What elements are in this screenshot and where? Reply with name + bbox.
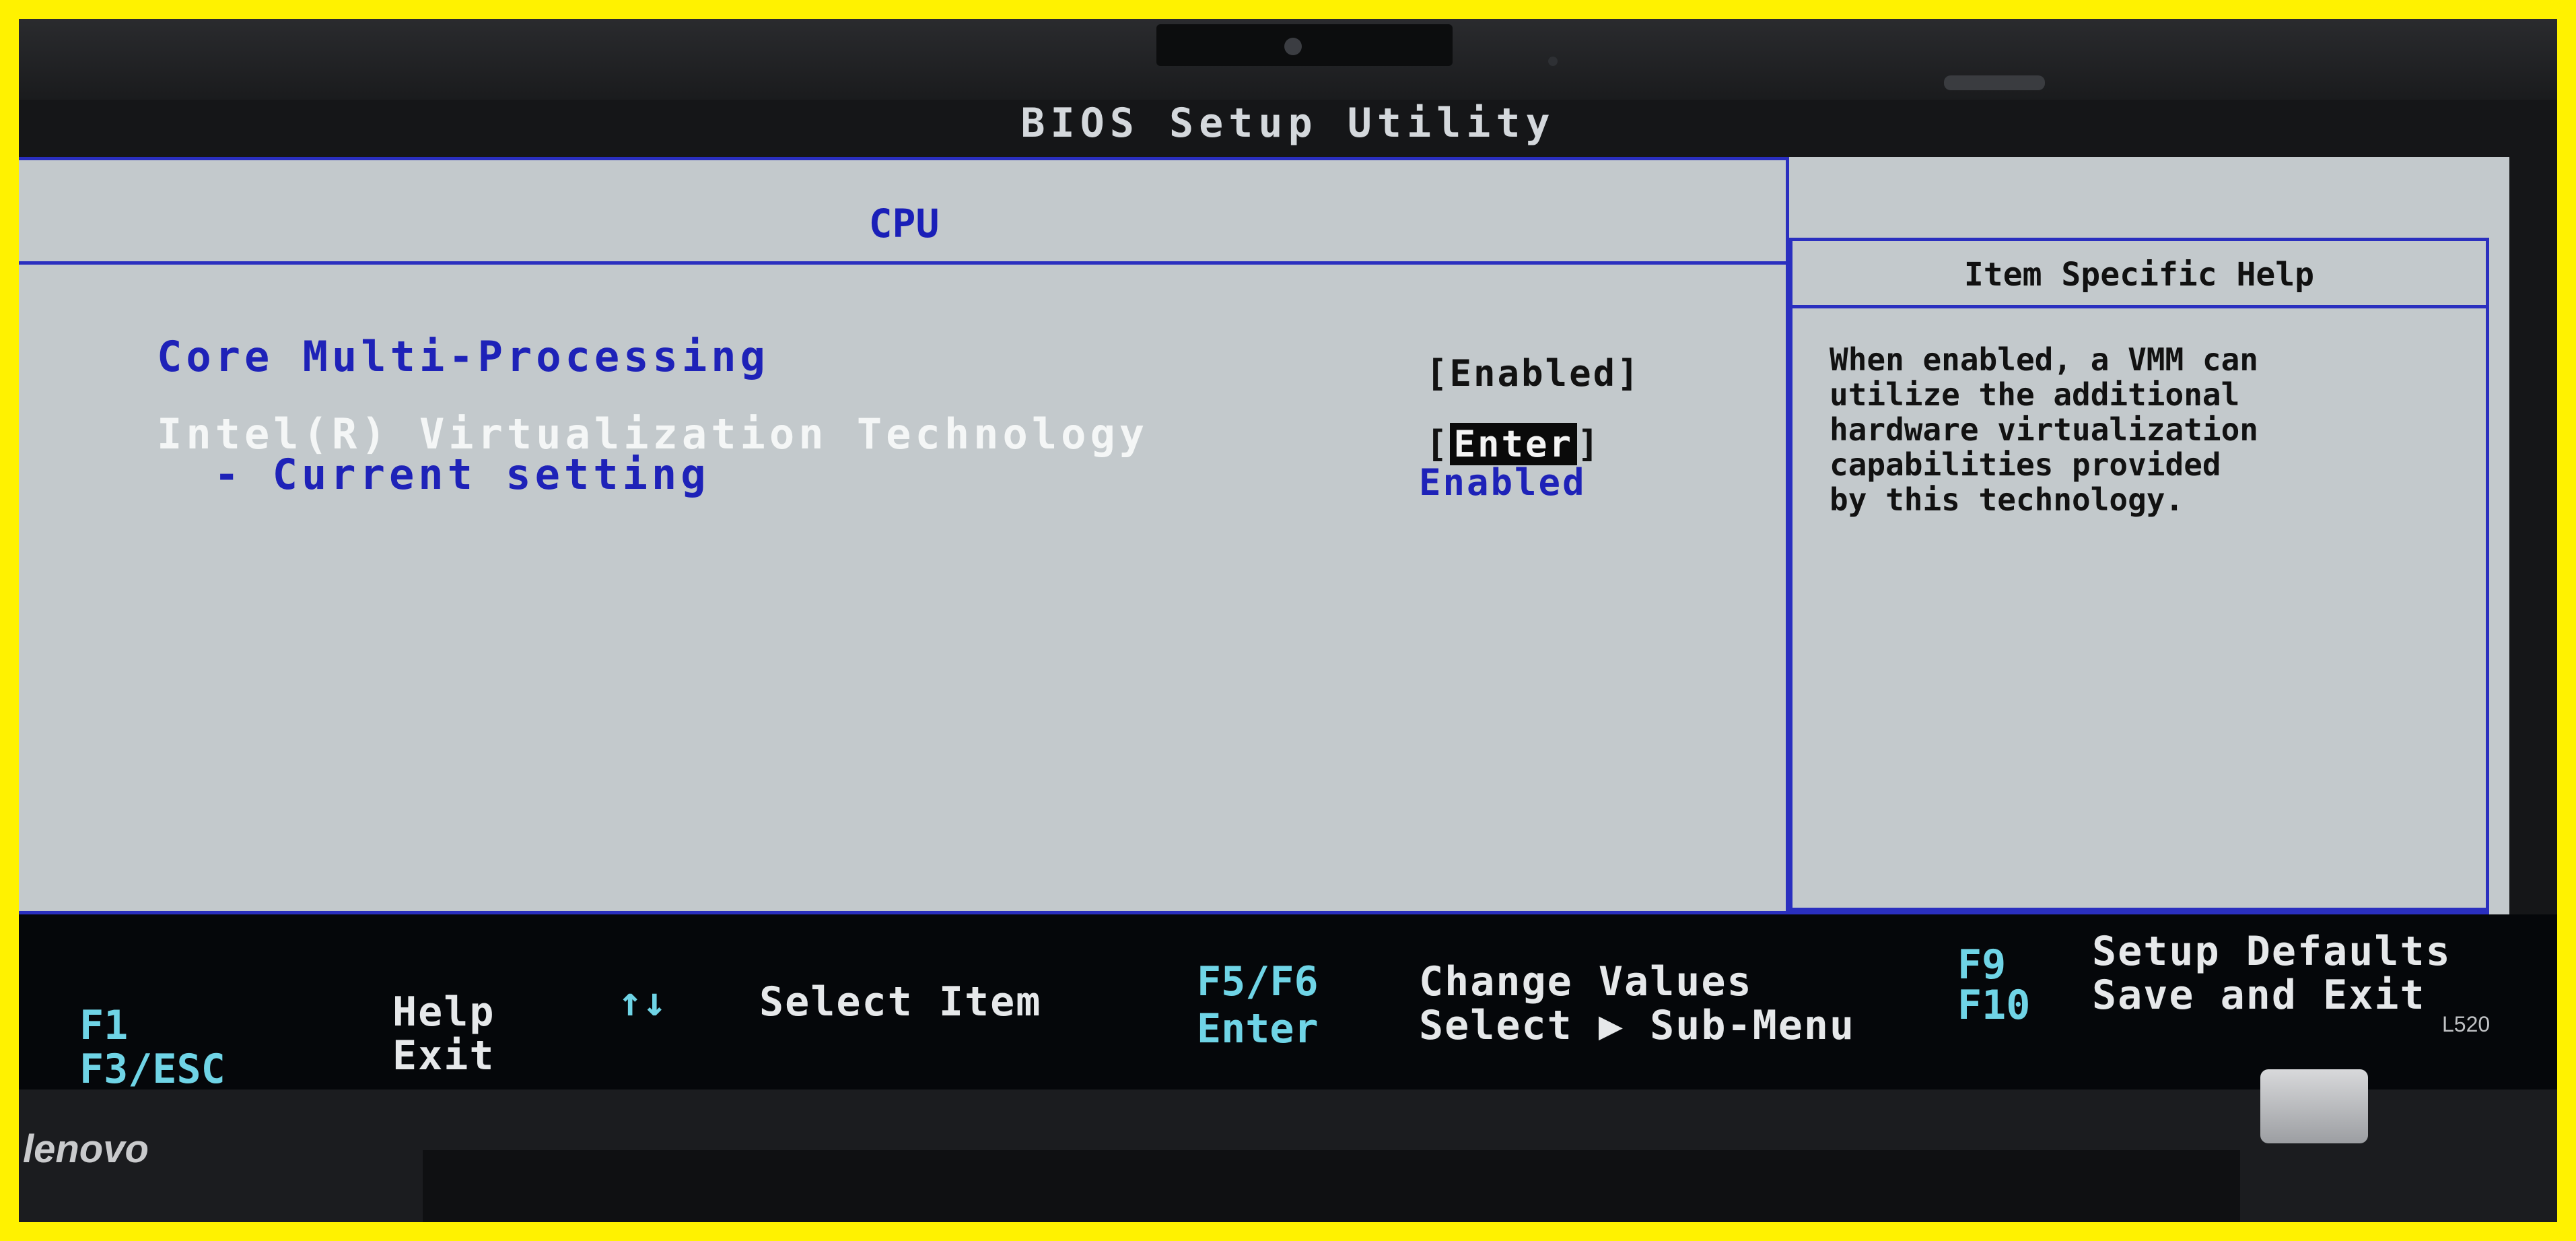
- key-f1[interactable]: F1: [79, 1002, 128, 1049]
- setting-core-multi-processing[interactable]: Core Multi-Processing: [157, 332, 769, 381]
- help-text: When enabled, a VMM can utilize the addi…: [1830, 341, 2258, 518]
- item-help-panel: Item Specific Help When enabled, a VMM c…: [1789, 238, 2489, 911]
- webcam-housing: [1156, 24, 1453, 66]
- key-arrows-desc: Select Item: [759, 978, 1042, 1026]
- tab-header: CPU: [19, 157, 1789, 265]
- setting-value-virtualization[interactable]: [Enter]: [1426, 423, 1601, 465]
- bios-title: BIOS Setup Utility: [1020, 100, 1556, 147]
- key-f3-esc[interactable]: F3/ESC: [79, 1046, 225, 1093]
- key-f1-desc: Help: [392, 988, 495, 1036]
- value-bracket-open: [: [1426, 423, 1450, 465]
- setting-value-core-multi-processing[interactable]: [Enabled]: [1426, 352, 1641, 395]
- key-f9-desc: Setup Defaults: [2092, 928, 2451, 975]
- key-legend-footer: F1 Help F3/ESC Exit ↑↓ Select Item F5/F6…: [19, 914, 2557, 1093]
- key-enter[interactable]: Enter: [1197, 1005, 1319, 1052]
- setting-value-current: Enabled: [1419, 461, 1587, 504]
- setting-current-setting: - Current setting: [214, 450, 710, 499]
- laptop-photo-frame: BIOS Setup Utility CPU Core Multi-Proces…: [19, 19, 2557, 1222]
- value-bracket-close: ]: [1577, 423, 1601, 465]
- hinge-bar: [423, 1150, 2240, 1222]
- key-f3-desc: Exit: [392, 1032, 495, 1079]
- setting-value: Enabled: [1419, 461, 1587, 504]
- key-f10-desc: Save and Exit: [2092, 972, 2426, 1019]
- help-title: Item Specific Help: [1792, 241, 2486, 308]
- key-arrows[interactable]: ↑↓: [618, 978, 666, 1026]
- setting-value: [Enabled]: [1426, 352, 1641, 395]
- setting-label: - Current setting: [214, 450, 710, 499]
- key-f10[interactable]: F10: [1957, 982, 2030, 1029]
- enter-submenu-button[interactable]: Enter: [1449, 423, 1578, 465]
- key-enter-desc: Select ▶ Sub-Menu: [1419, 1002, 1856, 1049]
- status-led: [1548, 57, 1558, 66]
- lid-latch: [1944, 75, 2045, 90]
- key-f5-f6-desc: Change Values: [1419, 958, 1753, 1005]
- lenovo-logo: lenovo: [23, 1127, 149, 1171]
- hinge-cap: [2260, 1069, 2368, 1143]
- model-label: L520: [2442, 1012, 2491, 1036]
- webcam-lens-icon: [1284, 38, 1302, 55]
- tab-cpu[interactable]: CPU: [19, 201, 1789, 246]
- bios-screen: CPU Core Multi-Processing [Enabled] Inte…: [19, 157, 2509, 1039]
- key-f5-f6[interactable]: F5/F6: [1197, 958, 1319, 1005]
- setting-label: Core Multi-Processing: [157, 332, 769, 381]
